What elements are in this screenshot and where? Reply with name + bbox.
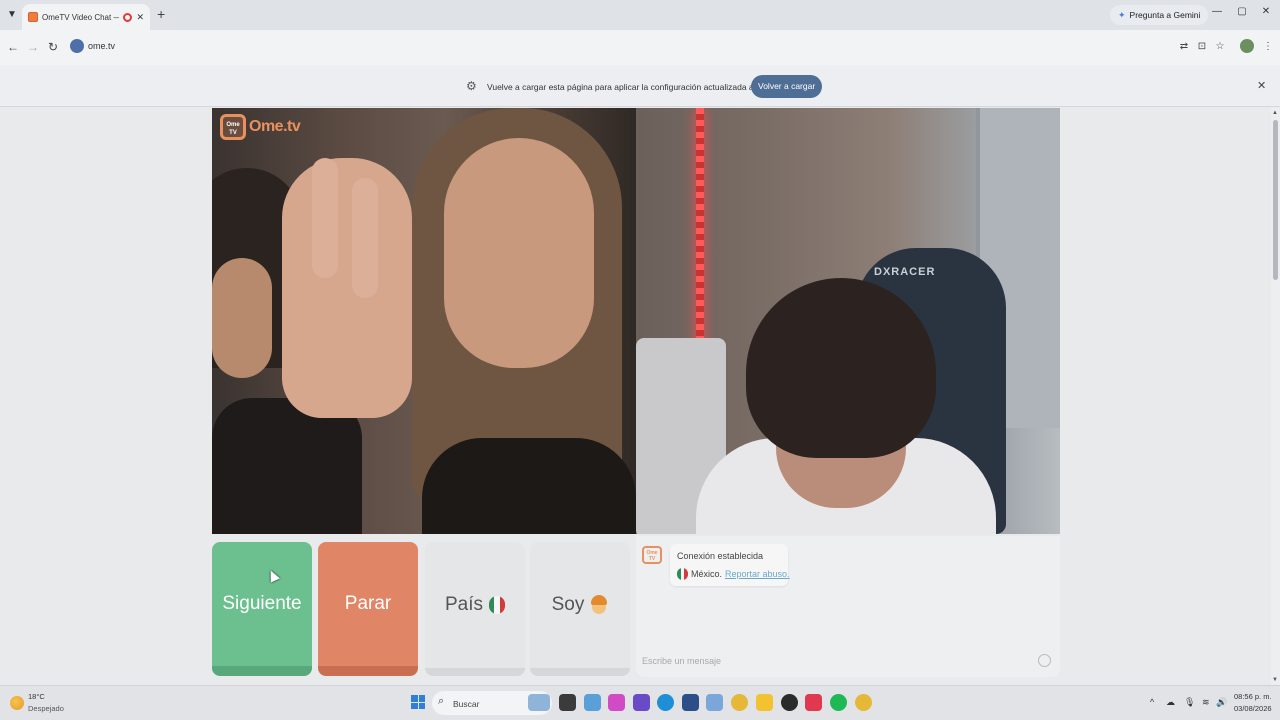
next-button[interactable]: Siguiente [212, 542, 312, 676]
reload-page-button[interactable]: Volver a cargar [751, 75, 823, 98]
search-icon: ⌕ [438, 695, 445, 707]
volume-icon[interactable]: 🔊 [1216, 697, 1227, 708]
forward-button[interactable]: → [25, 40, 41, 54]
country-filter-button[interactable]: País [425, 542, 525, 676]
clock-date[interactable]: 03/08/2026 [1234, 704, 1272, 713]
chat-message-input[interactable]: Escribe un mensaje [642, 656, 721, 666]
spotify-app-icon[interactable] [830, 694, 847, 711]
stop-button-label: Parar [344, 593, 392, 614]
local-person-hair [746, 278, 936, 458]
raised-hand-finger [352, 178, 378, 298]
tiktok-app-icon[interactable] [805, 694, 822, 711]
next-button-label: Siguiente [222, 593, 302, 614]
settings-gear-icon: ⚙ [466, 79, 477, 93]
chrome-browser-icon[interactable] [731, 694, 748, 711]
remote-video: Ome TV Ome.tv [212, 108, 636, 534]
file-explorer-icon[interactable] [756, 694, 773, 711]
system-message: Conexión establecida México. Reportar ab… [670, 544, 790, 586]
tray-chevron-icon[interactable]: ^ [1150, 697, 1154, 707]
wifi-icon[interactable]: ≋ [1202, 697, 1210, 708]
browser-toolbar: ← → ↻ ome.tv ⇄ ⊡ ☆ ⋮ [0, 30, 1280, 65]
app-icon[interactable] [633, 694, 650, 711]
infobar-message: Vuelve a cargar esta página para aplicar… [487, 82, 790, 92]
remote-person-shirt [212, 398, 362, 534]
vscode-app-icon[interactable] [706, 694, 723, 711]
new-tab-button[interactable]: + [157, 7, 165, 21]
report-abuse-link[interactable]: Reportar abuso. [725, 569, 790, 579]
minimize-button[interactable]: — [1207, 6, 1227, 17]
gemini-label: Pregunta a Gemini [1129, 10, 1201, 20]
install-app-icon[interactable]: ⊡ [1195, 41, 1209, 52]
stop-button[interactable]: Parar [318, 542, 418, 676]
ometv-chat-icon: Ome TV [642, 546, 662, 564]
tab-ometv[interactable]: OmeTV Video Chat — Omegle ✕ [22, 4, 150, 30]
clock-time[interactable]: 08:56 p. m. [1234, 692, 1272, 701]
profile-avatar[interactable] [1240, 39, 1254, 53]
reload-infobar: ⚙ Vuelve a cargar esta página para aplic… [0, 65, 1280, 107]
ometv-logo-text: Ome.tv [249, 118, 301, 135]
country-button-label: País [444, 594, 484, 615]
ometv-logo: Ome TV Ome.tv [220, 114, 301, 140]
partner-location: México. Reportar abuso. [677, 568, 790, 580]
scroll-up-icon[interactable]: ▲ [1272, 110, 1278, 116]
raised-hand [282, 158, 412, 418]
close-window-button[interactable]: ✕ [1256, 6, 1276, 17]
chrome-browser-icon[interactable] [855, 694, 872, 711]
translate-icon[interactable]: ⇄ [1177, 41, 1191, 52]
gemini-button[interactable]: ✦ Pregunta a Gemini [1110, 5, 1209, 25]
reload-button[interactable]: ↻ [45, 40, 61, 54]
restore-button[interactable]: ▢ [1232, 6, 1252, 17]
edge-browser-icon[interactable] [657, 694, 674, 711]
ometv-favicon-icon [28, 12, 38, 22]
tab-close-icon[interactable]: ✕ [136, 12, 144, 23]
back-button[interactable]: ← [5, 40, 21, 54]
scroll-down-icon[interactable]: ▼ [1272, 677, 1278, 683]
page-content: Ome TV Ome.tv DXRACER Siguiente Parar Pa… [0, 108, 1280, 685]
remote-person-face [212, 258, 272, 378]
photos-app-icon[interactable] [584, 694, 601, 711]
partner-country: México. [691, 569, 723, 579]
mexico-flag-icon [489, 596, 505, 614]
gender-button-label: Soy [551, 594, 585, 615]
gender-select-button[interactable]: Soy [530, 542, 630, 676]
raised-hand-finger [312, 158, 338, 278]
copilot-app-icon[interactable] [608, 694, 625, 711]
chat-panel: Ome TV Conexión establecida México. Repo… [636, 536, 1060, 677]
page-scrollbar[interactable]: ▲ ▼ [1271, 108, 1280, 685]
onedrive-icon[interactable]: ☁ [1166, 697, 1175, 708]
widgets-app-icon[interactable] [528, 694, 550, 711]
weather-description: Despejado [28, 704, 64, 713]
emoji-icon[interactable] [1038, 654, 1051, 667]
browser-menu-icon[interactable]: ⋮ [1261, 41, 1275, 52]
chair-brand-logo: DXRACER [874, 266, 936, 278]
tab-list-chevron-icon[interactable]: ▼ [4, 7, 20, 23]
site-info-icon[interactable] [70, 39, 84, 53]
connection-status: Conexión establecida [677, 551, 764, 561]
microphone-icon[interactable]: 🎙 [1184, 697, 1195, 708]
remote-person2-shirt [422, 438, 636, 534]
remote-person2-face [444, 138, 594, 368]
boy-emoji-icon [590, 595, 608, 615]
windows-taskbar: 18°C Despejado ⌕ Buscar ^ ☁ 🎙 ≋ 🔊 08:56 … [0, 685, 1280, 720]
bookmark-star-icon[interactable]: ☆ [1213, 41, 1227, 52]
tab-title: OmeTV Video Chat — Omegle [42, 12, 119, 22]
store-app-icon[interactable] [682, 694, 699, 711]
terminal-app-icon[interactable] [559, 694, 576, 711]
scrollbar-thumb[interactable] [1273, 120, 1278, 280]
local-video: DXRACER [636, 108, 1060, 534]
ometv-tv-icon: Ome TV [220, 114, 246, 140]
app-icon[interactable] [781, 694, 798, 711]
windows-start-icon[interactable] [411, 695, 425, 709]
weather-temperature: 18°C [28, 692, 45, 701]
tab-strip: ▼ OmeTV Video Chat — Omegle ✕ + ✦ Pregun… [0, 0, 1280, 30]
weather-sun-icon[interactable] [10, 696, 24, 710]
mexico-flag-icon [677, 568, 688, 580]
gemini-sparkle-icon: ✦ [1118, 9, 1126, 20]
search-label: Buscar [453, 699, 480, 709]
address-bar[interactable]: ome.tv [88, 41, 115, 51]
recording-indicator-icon [123, 12, 133, 22]
infobar-close-icon[interactable]: ✕ [1257, 79, 1266, 92]
